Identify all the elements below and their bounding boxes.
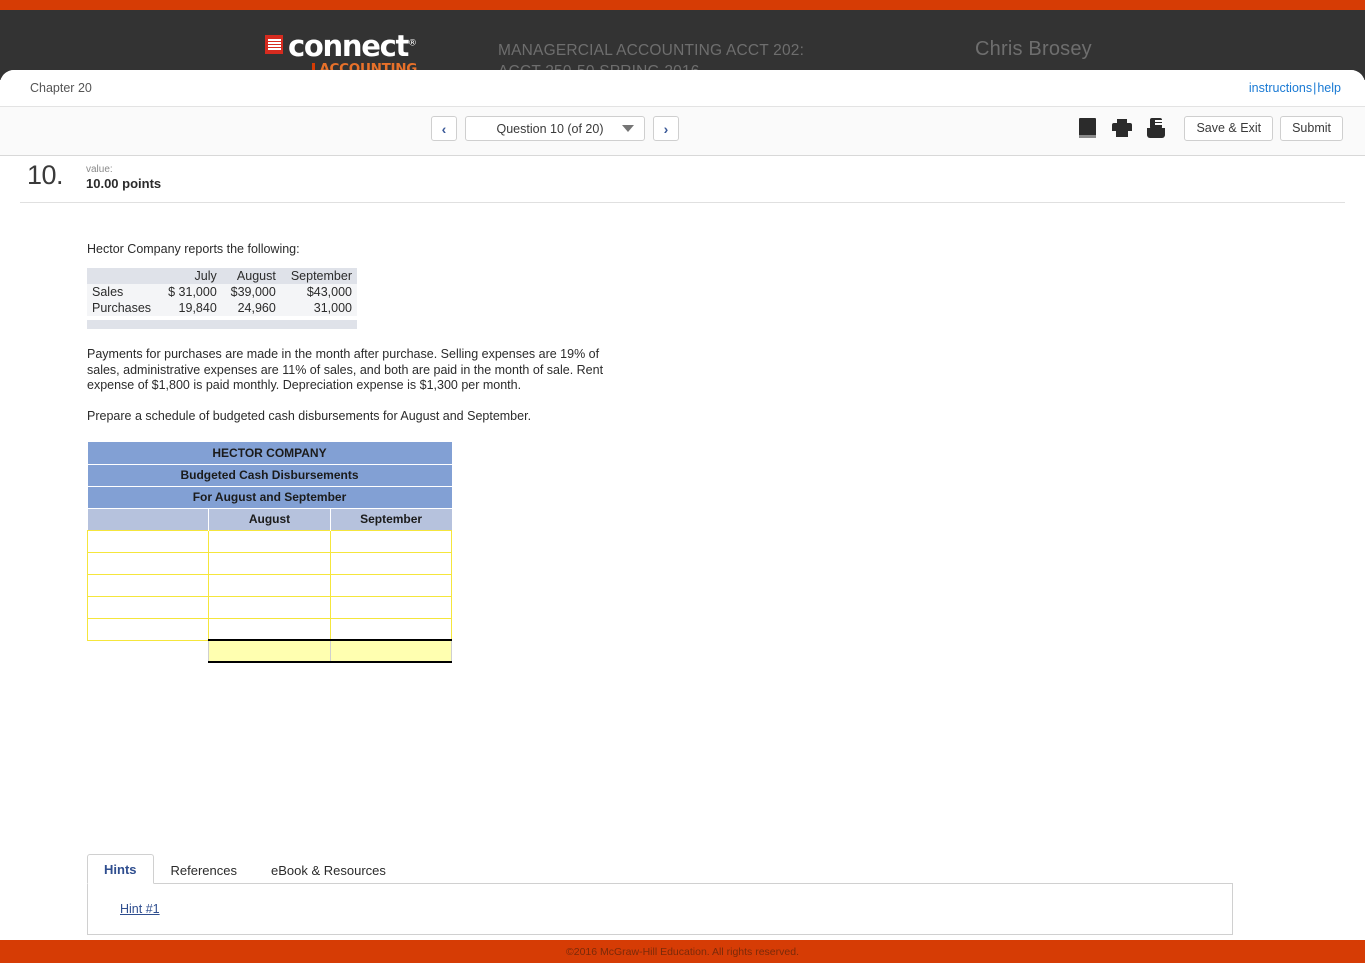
page-footer: ©2016 McGraw-Hill Education. All rights …: [0, 940, 1365, 963]
tab-ebook-resources[interactable]: eBook & Resources: [254, 855, 403, 884]
table-row: Sales $ 31,000 $39,000 $43,000: [87, 284, 357, 300]
answer-column-header-row: August September: [87, 508, 452, 530]
answer-september-input-1[interactable]: [329, 529, 453, 553]
top-accent-strip: [0, 0, 1365, 10]
answer-worksheet-table: HECTOR COMPANY Budgeted Cash Disbursemen…: [86, 442, 453, 663]
table-row: Purchases 19,840 24,960 31,000: [87, 300, 357, 316]
footer-copyright: ©2016 McGraw-Hill Education. All rights …: [566, 945, 799, 958]
answer-september-input-2[interactable]: [329, 551, 453, 575]
book-icon[interactable]: [1075, 115, 1101, 141]
answer-title-period: For August and September: [87, 486, 452, 509]
answer-total-row: [87, 639, 453, 663]
answer-title-company: HECTOR COMPANY: [87, 442, 452, 465]
answer-label-input-1[interactable]: [86, 529, 210, 553]
printer-icon[interactable]: [1109, 115, 1135, 141]
answer-september-input-5[interactable]: [329, 617, 453, 641]
header-links: instructions|help: [1249, 81, 1341, 95]
question-value-label: value:: [86, 164, 113, 175]
answer-august-input-1[interactable]: [208, 529, 331, 553]
logo-wordmark: connect®: [288, 32, 417, 61]
given-col-blank: [87, 268, 159, 284]
tab-panel-hints: Hint #1: [87, 884, 1233, 935]
answer-august-input-4[interactable]: [208, 595, 331, 619]
answer-total-label: [87, 640, 209, 662]
mcgraw-hill-mark-icon: [265, 35, 283, 54]
given-row-label-sales: Sales: [92, 285, 124, 299]
question-paragraph-2: Prepare a schedule of budgeted cash disb…: [87, 408, 532, 423]
answer-input-row: [86, 573, 453, 597]
help-link[interactable]: help: [1317, 81, 1341, 95]
answer-input-row: [86, 617, 453, 641]
answer-input-row: [86, 595, 453, 619]
given-col-september: September: [280, 268, 357, 284]
answer-title-row-3: For August and September: [87, 486, 452, 509]
question-toolbar: ‹ Question 10 (of 20) › Save & Exit Subm…: [0, 106, 1365, 156]
question-value-points: 10.00 points: [86, 176, 162, 191]
save-and-exit-button[interactable]: Save & Exit: [1184, 115, 1274, 141]
tab-references[interactable]: References: [154, 855, 254, 884]
answer-total-august[interactable]: [208, 639, 331, 663]
answer-title-row-1: HECTOR COMPANY: [87, 442, 452, 465]
prev-question-button[interactable]: ‹: [431, 116, 457, 141]
content-card: Chapter 20 instructions|help ‹ Question …: [0, 70, 1365, 940]
answer-label-input-3[interactable]: [86, 573, 210, 597]
answer-august-input-3[interactable]: [208, 573, 331, 597]
given-data-table-head: July August September: [87, 268, 357, 284]
question-select-value: Question 10 (of 20): [496, 121, 604, 136]
hint-1-link[interactable]: Hint #1: [120, 902, 160, 916]
answer-september-input-3[interactable]: [329, 573, 453, 597]
question-intro-text: Hector Company reports the following:: [87, 242, 300, 256]
table-header-row: July August September: [87, 268, 357, 284]
instructions-link[interactable]: instructions: [1249, 81, 1312, 95]
next-question-button[interactable]: ›: [653, 116, 679, 141]
answer-label-input-5[interactable]: [86, 617, 210, 641]
logo-registered-mark: ®: [408, 38, 418, 49]
user-name[interactable]: Chris Brosey: [975, 38, 1092, 61]
chevron-down-icon: [622, 125, 634, 132]
given-purchases-september: 31,000: [313, 301, 352, 315]
question-paragraph-1: Payments for purchases are made in the m…: [87, 347, 604, 392]
course-title-line1: MANAGERCIAL ACCOUNTING ACCT 202:: [498, 42, 805, 59]
given-data-table-body: Sales $ 31,000 $39,000 $43,000 Purchases…: [87, 284, 357, 316]
given-row-label-purchases: Purchases: [92, 301, 152, 315]
answer-september-input-4[interactable]: [329, 595, 453, 619]
given-sales-july: $ 31,000: [168, 285, 217, 299]
chapter-label: Chapter 20: [30, 81, 92, 95]
answer-title-schedule: Budgeted Cash Disbursements: [87, 464, 452, 487]
links-separator: |: [1313, 81, 1317, 95]
given-purchases-july: 19,840: [178, 301, 217, 315]
answer-label-input-4[interactable]: [86, 595, 210, 619]
given-data-table: July August September Sales $ 31,000 $39…: [87, 268, 357, 316]
given-col-july: July: [159, 268, 222, 284]
question-select[interactable]: Question 10 (of 20): [465, 116, 645, 141]
toolbar-actions: Save & Exit Submit: [1075, 115, 1343, 141]
answer-input-row: [86, 551, 453, 575]
tabs-row: Hints References eBook & Resources: [87, 852, 1233, 884]
question-nav-group: ‹ Question 10 (of 20) ›: [431, 116, 679, 141]
given-purchases-august: 24,960: [237, 301, 276, 315]
given-data-table-footer-bar: [87, 320, 357, 329]
answer-title-row-2: Budgeted Cash Disbursements: [87, 464, 452, 487]
answer-colhead-blank: [87, 508, 209, 530]
calculator-icon[interactable]: [1143, 115, 1169, 141]
answer-total-september[interactable]: [329, 639, 453, 663]
answer-august-input-5[interactable]: [208, 617, 331, 641]
answer-august-input-2[interactable]: [208, 551, 331, 575]
logo-wordmark-text: connect: [288, 29, 409, 63]
answer-colhead-august: August: [208, 508, 331, 530]
given-sales-september: $43,000: [306, 285, 352, 299]
answer-input-row: [86, 529, 453, 553]
chapter-bar: Chapter 20 instructions|help: [0, 70, 1365, 106]
resources-tabs-block: Hints References eBook & Resources Hint …: [87, 852, 1233, 935]
given-sales-august: $39,000: [230, 285, 276, 299]
answer-colhead-september: September: [329, 508, 452, 530]
submit-button[interactable]: Submit: [1280, 115, 1343, 141]
question-body: Hector Company reports the following: Ju…: [0, 203, 1365, 663]
tab-hints[interactable]: Hints: [87, 854, 154, 884]
answer-label-input-2[interactable]: [86, 551, 210, 575]
given-col-august: August: [221, 268, 281, 284]
question-header: 10. value: 10.00 points: [20, 156, 1345, 203]
question-number: 10.: [27, 160, 64, 190]
